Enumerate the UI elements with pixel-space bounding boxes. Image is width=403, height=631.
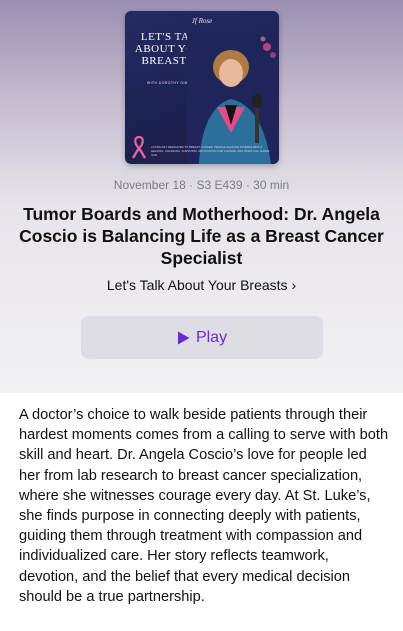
play-button-label: Play <box>195 328 228 346</box>
artwork-logo: Jf Rose <box>191 17 213 25</box>
pink-ribbon-icon <box>131 135 147 159</box>
chevron-right-icon: › <box>291 277 297 293</box>
episode-description: A doctor’s choice to walk beside patient… <box>19 407 389 605</box>
play-button[interactable]: Play <box>81 316 323 359</box>
podcast-artwork: Jf Rose LET'S TALK ABOUT YOUR BREASTS™ W… <box>125 11 279 164</box>
show-link-label: Let's Talk About Your Breasts <box>106 277 288 293</box>
show-link[interactable]: Let's Talk About Your Breasts › <box>0 277 403 293</box>
artwork-footer: A PODCAST DEDICATED TO BREAST CANCER. PE… <box>151 145 270 157</box>
play-icon <box>177 331 190 344</box>
episode-meta: November 18 · S3 E439 · 30 min <box>113 178 290 192</box>
episode-header: Jf Rose LET'S TALK ABOUT YOUR BREASTS™ W… <box>0 0 403 393</box>
episode-title: Tumor Boards and Motherhood: Dr. Angela … <box>19 204 384 268</box>
